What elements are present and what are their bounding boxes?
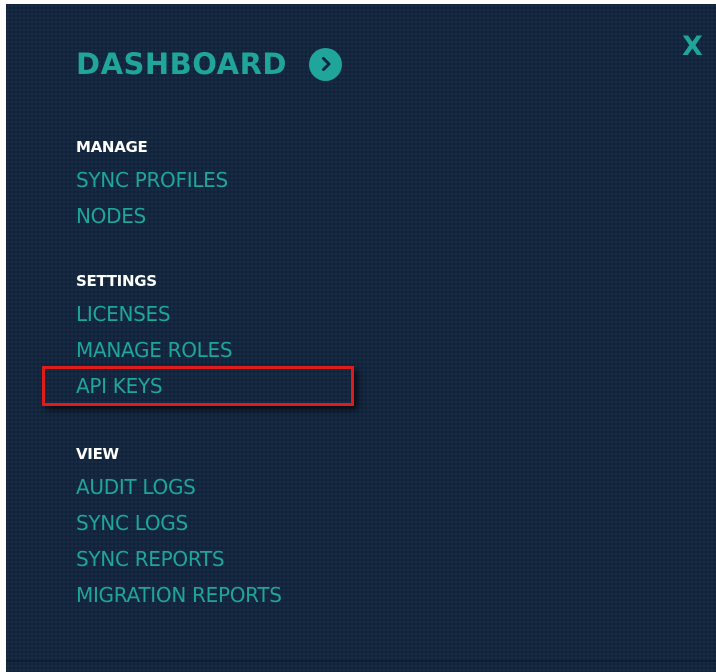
nav-item-sync-logs[interactable]: SYNC LOGS [76, 505, 282, 541]
nav-item-api-keys[interactable]: API KEYS [76, 368, 232, 404]
navigation-menu-panel: X DASHBOARD MANAGE SYNC PROFILES NODES S… [6, 4, 716, 672]
close-button[interactable]: X [682, 32, 703, 62]
section-label-settings: SETTINGS [76, 272, 157, 290]
nav-item-sync-profiles[interactable]: SYNC PROFILES [76, 162, 228, 198]
nav-item-manage-roles[interactable]: MANAGE ROLES [76, 332, 233, 368]
nav-item-sync-reports[interactable]: SYNC REPORTS [76, 541, 282, 577]
section-label-manage: MANAGE [76, 138, 148, 156]
section-view: VIEW AUDIT LOGS SYNC LOGS SYNC REPORTS M… [76, 445, 282, 613]
nav-item-audit-logs[interactable]: AUDIT LOGS [76, 469, 282, 505]
nav-item-licenses[interactable]: LICENSES [76, 296, 232, 332]
section-settings: SETTINGS LICENSES MANAGE ROLES API KEYS [76, 272, 233, 404]
section-manage: MANAGE SYNC PROFILES NODES [76, 138, 228, 234]
nav-item-migration-reports[interactable]: MIGRATION REPORTS [76, 577, 282, 613]
divider [6, 660, 716, 662]
dashboard-link[interactable]: DASHBOARD [76, 46, 342, 82]
nav-item-nodes[interactable]: NODES [76, 198, 228, 234]
section-label-view: VIEW [76, 445, 119, 463]
chevron-right-circle-icon[interactable] [309, 47, 342, 81]
dashboard-title: DASHBOARD [76, 47, 287, 81]
